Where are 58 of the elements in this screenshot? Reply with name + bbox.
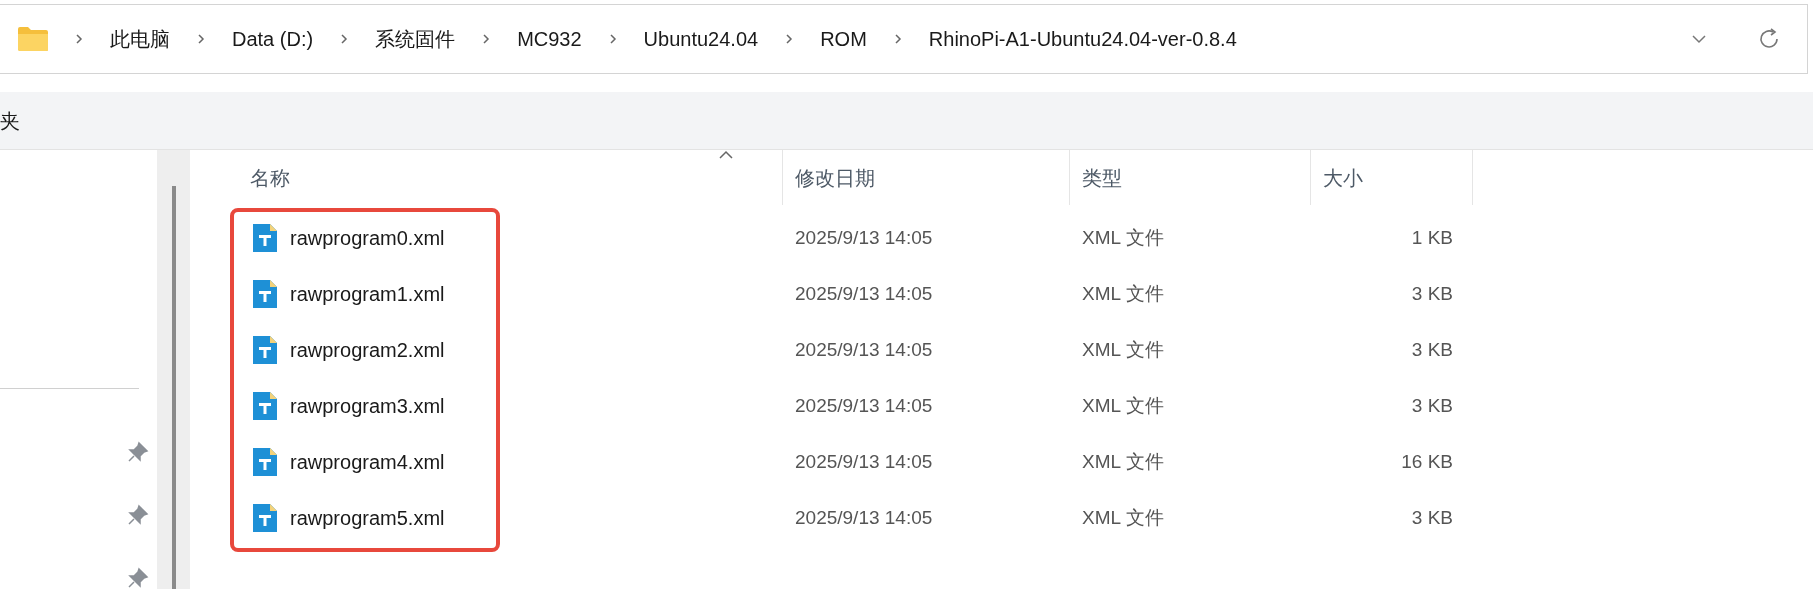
column-header[interactable]: 大小 [1311, 150, 1473, 205]
file-name[interactable]: rawprogram5.xml [290, 503, 445, 533]
file-name[interactable]: rawprogram4.xml [290, 447, 445, 477]
file-size: 3 KB [1410, 505, 1454, 530]
text-file-icon [253, 504, 277, 532]
modified-date: 2025/9/13 14:05 [794, 449, 934, 474]
file-size: 3 KB [1410, 393, 1454, 418]
chevron-right-icon [197, 33, 205, 45]
file-name[interactable]: rawprogram0.xml [290, 223, 445, 253]
chevron-right-icon [785, 33, 794, 45]
refresh-icon[interactable] [1757, 27, 1781, 51]
chevron-right-icon [608, 33, 617, 45]
modified-date: 2025/9/13 14:05 [794, 393, 934, 418]
pin-icon[interactable] [127, 504, 149, 526]
folder-icon [18, 26, 48, 52]
text-file-icon [253, 392, 277, 420]
breadcrumb-item[interactable]: RhinoPi-A1-Ubuntu24.04-ver-0.8.4 [928, 24, 1237, 54]
pin-icon[interactable] [127, 441, 149, 463]
file-size: 1 KB [1410, 225, 1454, 250]
file-type: XML 文件 [1081, 337, 1165, 362]
scrollbar[interactable] [157, 150, 190, 589]
breadcrumb-item[interactable]: Data (D:) [232, 24, 314, 54]
breadcrumb-item[interactable]: Ubuntu24.04 [643, 24, 759, 54]
address-bar[interactable]: 此电脑 Data (D:) 系统固件 MC932 Ubuntu24.04 ROM RhinoPi-A1-Ubuntu24.04-ver-0.8.4 [0, 4, 1808, 74]
file-size: 3 KB [1410, 281, 1454, 306]
breadcrumb-item[interactable]: 此电脑 [110, 24, 170, 54]
chevron-right-icon [340, 33, 349, 45]
text-file-icon [253, 336, 277, 364]
file-name[interactable]: rawprogram3.xml [290, 391, 445, 421]
column-header[interactable]: 类型 [1070, 150, 1311, 205]
chevron-right-icon [893, 33, 902, 45]
breadcrumb-item[interactable]: MC932 [517, 24, 582, 54]
chevron-down-icon[interactable] [1691, 34, 1707, 44]
toolbar-label[interactable]: 夹 [0, 105, 20, 136]
text-file-icon [253, 224, 277, 252]
file-type: XML 文件 [1081, 449, 1165, 474]
chevron-right-icon [75, 33, 83, 45]
file-type: XML 文件 [1081, 281, 1165, 306]
file-size: 16 KB [1400, 449, 1454, 474]
chevron-right-icon [482, 33, 491, 45]
sort-caret-icon [718, 150, 734, 159]
pin-icon[interactable] [127, 567, 149, 589]
file-type: XML 文件 [1081, 505, 1165, 530]
breadcrumb-item[interactable]: ROM [820, 24, 867, 54]
file-type: XML 文件 [1081, 225, 1165, 250]
file-type: XML 文件 [1081, 393, 1165, 418]
column-header[interactable]: 名称 [238, 150, 783, 205]
modified-date: 2025/9/13 14:05 [794, 505, 934, 530]
modified-date: 2025/9/13 14:05 [794, 337, 934, 362]
modified-date: 2025/9/13 14:05 [794, 281, 934, 306]
file-size: 3 KB [1410, 337, 1454, 362]
column-header[interactable]: 修改日期 [783, 150, 1070, 205]
breadcrumb-item[interactable]: 系统固件 [375, 24, 456, 54]
file-name[interactable]: rawprogram1.xml [290, 279, 445, 309]
modified-date: 2025/9/13 14:05 [794, 225, 934, 250]
text-file-icon [253, 448, 277, 476]
file-name[interactable]: rawprogram2.xml [290, 335, 445, 365]
text-file-icon [253, 280, 277, 308]
